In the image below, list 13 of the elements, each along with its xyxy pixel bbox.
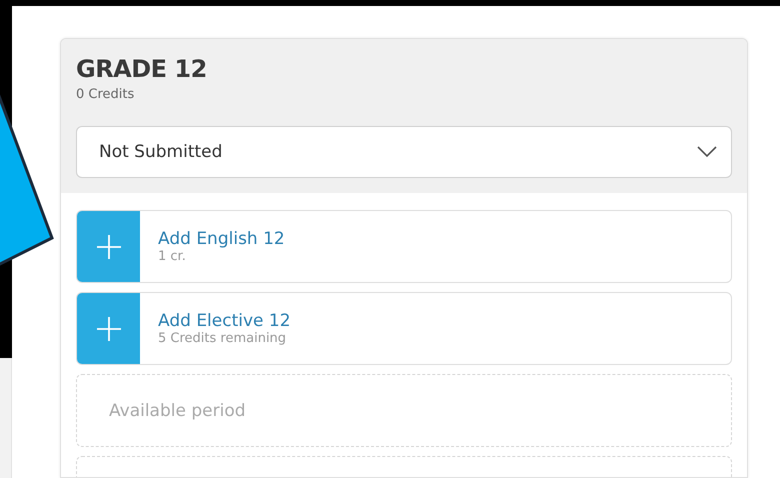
course-title: Add Elective 12 [158,311,291,331]
slot-label: Available period [109,400,246,420]
plus-icon [77,293,140,364]
chevron-down-icon [697,146,717,158]
plus-icon [77,211,140,282]
add-course-item[interactable]: Add Elective 12 5 Credits remaining [76,292,732,365]
credits-text: 0 Credits [76,87,136,102]
status-dropdown[interactable]: Not Submitted [76,126,732,178]
course-detail: 1 cr. [158,249,187,264]
course-title: Add English 12 [158,229,285,249]
grade-title: GRADE 12 [76,55,208,83]
add-course-item[interactable]: Add English 12 1 cr. [76,210,732,283]
course-detail: 5 Credits remaining [158,331,288,346]
